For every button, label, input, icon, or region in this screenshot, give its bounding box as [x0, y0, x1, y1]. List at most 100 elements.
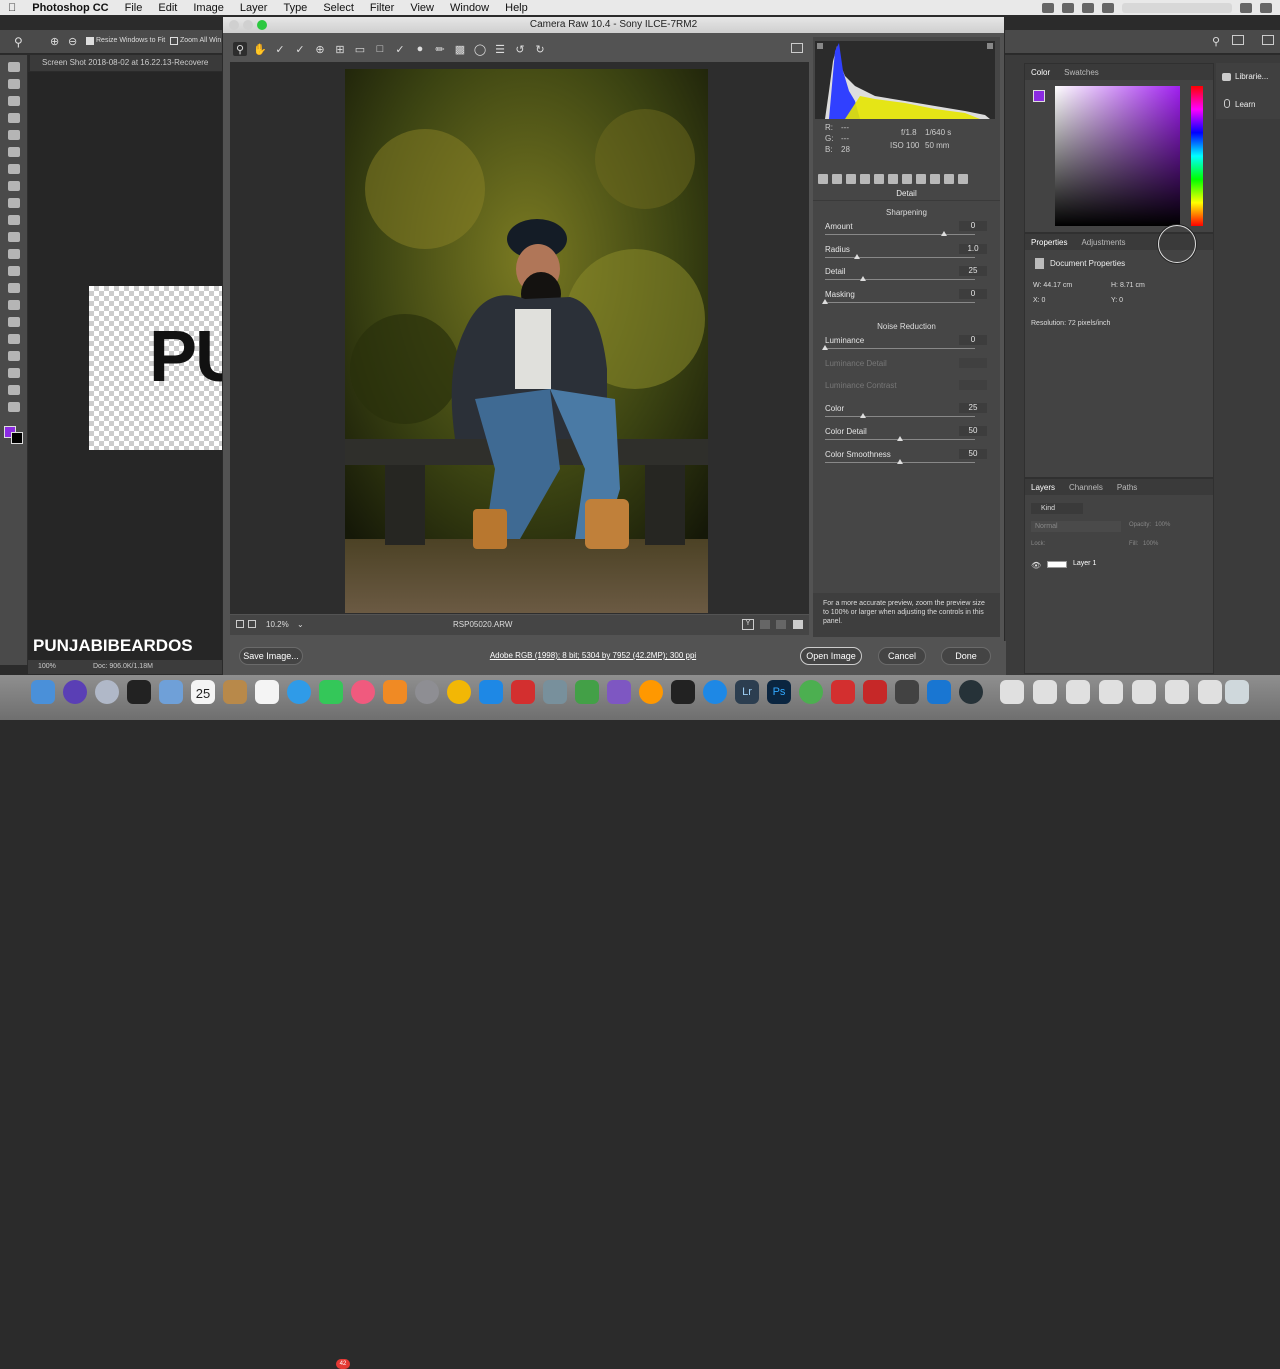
minimized-window[interactable]: [1000, 680, 1024, 704]
status-zoom[interactable]: 100%: [38, 660, 56, 674]
document-canvas[interactable]: PU: [89, 286, 224, 450]
menu-select[interactable]: Select: [315, 2, 362, 14]
shape-tool-icon[interactable]: [7, 351, 20, 361]
sync-icon[interactable]: [1062, 2, 1074, 13]
slider-thumb[interactable]: [859, 276, 866, 282]
learn-icon[interactable]: [1224, 99, 1230, 108]
type-tool-icon[interactable]: [7, 317, 20, 327]
color-swatches[interactable]: [0, 422, 27, 452]
siri-icon[interactable]: [1240, 2, 1252, 13]
path-select-tool-icon[interactable]: [7, 334, 20, 344]
transform-tab-icon[interactable]: [902, 174, 912, 184]
zoom-out-icon[interactable]: [236, 620, 244, 628]
final-cut-icon[interactable]: [895, 680, 919, 704]
open-image-button[interactable]: Open Image: [800, 647, 862, 665]
prop-width[interactable]: W: 44.17 cm: [1033, 282, 1072, 289]
menu-help[interactable]: Help: [497, 2, 536, 14]
sharpening-amount-slider[interactable]: Amount 0: [825, 221, 987, 244]
photoshop-icon[interactable]: Ps: [767, 680, 791, 704]
hue-slider[interactable]: [1191, 86, 1203, 226]
siri-icon[interactable]: [63, 680, 87, 704]
slider-value-field[interactable]: 25: [959, 403, 987, 414]
before-after-icon[interactable]: Y: [742, 619, 754, 630]
slider-value-field[interactable]: 0: [959, 289, 987, 300]
done-button[interactable]: Done: [941, 647, 991, 665]
minimized-window[interactable]: [1198, 680, 1222, 704]
document-tab[interactable]: Screen Shot 2018-08-02 at 16.22.13-Recov…: [30, 55, 230, 71]
noise-color-detail-slider[interactable]: Color Detail 50: [825, 425, 987, 449]
slider-thumb[interactable]: [897, 458, 903, 464]
word-icon[interactable]: [927, 680, 951, 704]
snapshots-tab-icon[interactable]: [958, 174, 968, 184]
crop-tool-icon[interactable]: [7, 130, 20, 140]
tab-properties[interactable]: Properties: [1031, 238, 1067, 247]
opacity-value[interactable]: 100%: [1155, 522, 1170, 528]
color-sampler-icon[interactable]: ✓: [293, 42, 307, 56]
libraries-button[interactable]: Librarie...: [1235, 72, 1268, 81]
menu-filter[interactable]: Filter: [362, 2, 402, 14]
slider-thumb[interactable]: [853, 253, 860, 259]
zoom-tool-icon[interactable]: ⚲: [233, 42, 247, 56]
minimized-window[interactable]: [1165, 680, 1189, 704]
blur-tool-icon[interactable]: [7, 266, 20, 276]
apple-icon[interactable]: : [0, 2, 24, 14]
slider-value-field[interactable]: 50: [959, 425, 987, 436]
zoom-button[interactable]: [257, 20, 267, 30]
preview-icon[interactable]: [159, 680, 183, 704]
quicktime-icon[interactable]: [959, 680, 983, 704]
adjustment-brush-icon[interactable]: ✏: [433, 42, 447, 56]
prop-y[interactable]: Y: 0: [1111, 297, 1123, 304]
spotlight-field[interactable]: [1122, 2, 1232, 13]
zoom-dropdown-icon[interactable]: ⌄: [297, 620, 304, 629]
app-icon[interactable]: [575, 680, 599, 704]
more-tools-icon[interactable]: [7, 402, 20, 412]
itunes-icon[interactable]: [351, 680, 375, 704]
tone-curve-tab-icon[interactable]: [832, 174, 842, 184]
zoom-tool-icon[interactable]: [7, 385, 20, 395]
menu-type[interactable]: Type: [275, 2, 315, 14]
save-image-button[interactable]: Save Image...: [239, 647, 303, 665]
menu-layer[interactable]: Layer: [232, 2, 276, 14]
workflow-options-link[interactable]: Adobe RGB (1998); 8 bit; 5304 by 7952 (4…: [473, 651, 713, 660]
workspace-icon[interactable]: [1232, 35, 1244, 45]
preferences-icon[interactable]: ☰: [493, 42, 507, 56]
books-icon[interactable]: [383, 680, 407, 704]
minimized-window[interactable]: [1033, 680, 1057, 704]
color-panel-foreground[interactable]: [1033, 90, 1045, 102]
app-store-icon[interactable]: [479, 680, 503, 704]
target-adjust-icon[interactable]: ⊕: [313, 42, 327, 56]
image-preview[interactable]: [230, 62, 809, 614]
visibility-eye-icon[interactable]: 👁: [1031, 561, 1041, 570]
slider-thumb[interactable]: [897, 435, 903, 441]
slider-value-field[interactable]: 1.0: [959, 243, 987, 254]
minimize-button[interactable]: [243, 20, 253, 30]
history-brush-icon[interactable]: [7, 215, 20, 225]
straighten-icon[interactable]: ▭: [353, 42, 367, 56]
app-icon[interactable]: [447, 680, 471, 704]
zoom-in-icon[interactable]: ⊕: [50, 35, 59, 48]
quick-select-tool-icon[interactable]: [7, 113, 20, 123]
zoom-in-icon[interactable]: [248, 620, 256, 628]
sharpening-masking-slider[interactable]: Masking 0: [822, 289, 987, 312]
slider-track[interactable]: [825, 348, 975, 349]
detail-tab-icon[interactable]: [846, 174, 856, 184]
chrome-icon[interactable]: [799, 680, 823, 704]
layer-filter-kind[interactable]: Kind: [1031, 503, 1083, 514]
reminders-icon[interactable]: [255, 680, 279, 704]
noise-color-smoothness-slider[interactable]: Color Smoothness 50: [825, 448, 987, 472]
acrobat-reader-icon[interactable]: [863, 680, 887, 704]
toggle-settings-icon[interactable]: [793, 620, 803, 629]
pen-tool-icon[interactable]: [7, 300, 20, 310]
graduated-filter-icon[interactable]: ▩: [453, 42, 467, 56]
slider-thumb[interactable]: [940, 231, 947, 236]
slider-value-field[interactable]: 0: [959, 221, 987, 231]
menu-view[interactable]: View: [402, 2, 442, 14]
calendar-icon[interactable]: 25: [191, 680, 215, 704]
noise-color-slider[interactable]: Color 25: [825, 403, 987, 426]
crop-tool-icon[interactable]: ⊞: [333, 42, 347, 56]
app-icon[interactable]: [543, 680, 567, 704]
sharpening-detail-slider[interactable]: Detail 25: [825, 266, 987, 289]
dodge-tool-icon[interactable]: [7, 283, 20, 293]
zoom-level[interactable]: 10.2%: [266, 620, 289, 629]
copy-settings-icon[interactable]: [776, 620, 786, 629]
